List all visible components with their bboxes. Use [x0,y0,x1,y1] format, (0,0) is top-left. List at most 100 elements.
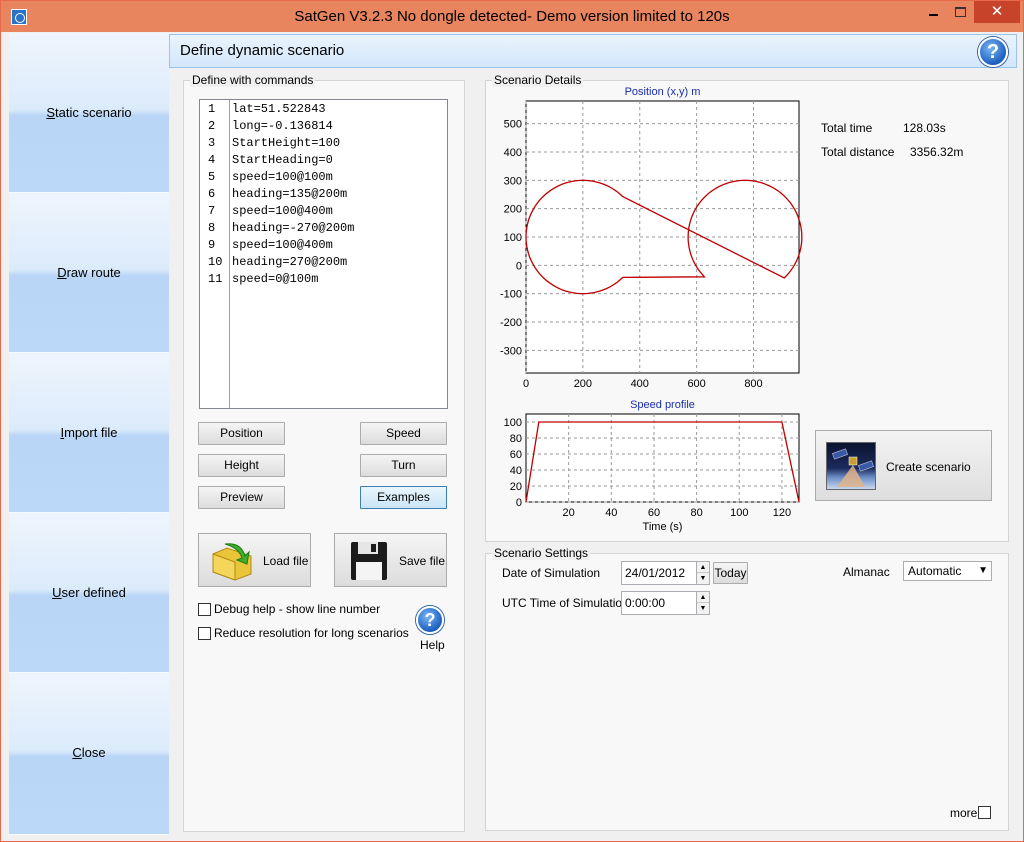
line-number: 9 [208,238,216,252]
today-button[interactable]: Today [713,562,748,584]
scenario-settings-label: Scenario Settings [492,546,591,560]
speed-chart: 20 40 60 80 100 120 0 20 40 60 80 100 Time (s) [504,413,800,533]
page-title: Define dynamic scenario [180,42,345,59]
x-tick-label: 80 [691,507,703,519]
utc-time-input[interactable]: 0:00:00 [621,591,697,615]
code-line[interactable]: 3 StartHeight=100 [200,136,447,153]
scenario-settings-group: Scenario Settings [485,546,1009,831]
line-number: 1 [208,102,216,116]
height-button[interactable]: Height [198,454,285,477]
more-label: more [950,806,978,820]
preview-button[interactable]: Preview [198,486,285,509]
y-tick-label: 100 [504,232,522,244]
line-text: speed=100@100m [232,170,333,184]
floppy-disk-icon [351,542,387,580]
minimize-button[interactable] [920,1,946,23]
line-text: heading=-270@200m [232,221,355,235]
examples-button[interactable]: Examples [360,486,447,509]
chevron-down-icon: ▼ [978,565,988,576]
turn-button[interactable]: Turn [360,454,447,477]
sidebar-item-draw-route[interactable]: Draw route [9,193,169,353]
position-chart: 0 200 400 600 800 -300 -200 -100 0 100 200 300 400 50… [500,100,803,390]
help-icon[interactable]: ? [978,37,1008,67]
sidebar-item-static-scenario[interactable]: Static scenario [9,33,169,193]
app-window: SatGen V3.2.3 No dongle detected- Demo v… [0,0,1024,842]
page-header: Define dynamic scenario ? [169,34,1017,68]
x-tick-label: 100 [730,507,748,519]
sidebar-item-import-file[interactable]: Import file [9,353,169,513]
sidebar-item-label: Close [9,745,169,760]
create-scenario-button[interactable]: Create scenario [815,430,992,501]
command-editor[interactable]: 1 lat=51.522843 2 long=-0.136814 3 StartHeigh… [199,99,448,409]
spin-up-icon[interactable]: ▲ [697,592,709,603]
debug-help-checkbox[interactable] [198,603,211,616]
sidebar: Static scenario Draw route Import file U… [9,33,169,835]
more-checkbox[interactable] [978,806,991,819]
load-file-button[interactable]: Load file [198,533,311,587]
sidebar-item-label: Static scenario [9,105,169,120]
almanac-label: Almanac [843,565,890,579]
line-text: speed=0@100m [232,272,319,286]
line-number: 8 [208,221,216,235]
date-spinner[interactable]: ▲ ▼ [696,561,710,585]
plot-area [525,100,800,374]
open-folder-icon [212,543,252,581]
code-line[interactable]: 7 speed=100@400m [200,204,447,221]
spin-down-icon[interactable]: ▼ [697,603,709,614]
reduce-resolution-checkbox[interactable] [198,627,211,640]
date-of-simulation-input[interactable]: 24/01/2012 [621,561,697,585]
x-tick-label: 40 [605,507,617,519]
line-text: StartHeight=100 [232,136,341,150]
sidebar-item-label: Draw route [9,265,169,280]
line-text: heading=270@200m [232,255,348,269]
window-title: SatGen V3.2.3 No dongle detected- Demo v… [294,8,730,25]
x-tick-label: 60 [648,507,660,519]
commands-group-label: Define with commands [190,73,316,87]
line-number: 6 [208,187,216,201]
sidebar-label-rest: tatic scenario [55,105,132,120]
total-distance-label: Total distance [821,145,895,159]
reduce-resolution-label: Reduce resolution for long scenarios [214,626,409,640]
almanac-select[interactable]: Automatic ▼ [903,561,992,581]
code-line[interactable]: 11 speed=0@100m [200,272,447,289]
sidebar-label-rest: ser defined [61,585,126,600]
title-bar[interactable]: SatGen V3.2.3 No dongle detected- Demo v… [1,1,1023,32]
sidebar-label-rest: lose [81,745,106,760]
code-line[interactable]: 1 lat=51.522843 [200,102,447,119]
save-file-button[interactable]: Save file [334,533,447,587]
code-line[interactable]: 9 speed=100@400m [200,238,447,255]
x-tick-label: 20 [563,507,575,519]
load-file-label: Load file [263,554,309,568]
sidebar-item-user-defined[interactable]: User defined [9,513,169,673]
spin-down-icon[interactable]: ▼ [697,573,709,584]
y-tick-label: -300 [500,345,522,357]
y-tick-label: 300 [504,175,522,187]
maximize-button[interactable] [947,1,973,23]
sidebar-item-label: User defined [9,585,169,600]
code-line[interactable]: 10 heading=270@200m [200,255,447,272]
x-tick-label: 600 [687,378,705,390]
utc-time-spinner[interactable]: ▲ ▼ [696,591,710,615]
y-tick-label: 100 [504,417,522,429]
code-line[interactable]: 5 speed=100@100m [200,170,447,187]
sidebar-label-rest: mport file [64,425,118,440]
code-line[interactable]: 2 long=-0.136814 [200,119,447,136]
line-text: StartHeading=0 [232,153,333,167]
position-button[interactable]: Position [198,422,285,445]
speed-button[interactable]: Speed [360,422,447,445]
help-label: Help [420,638,445,652]
y-tick-label: 500 [504,119,522,131]
y-tick-label: -200 [500,317,522,329]
debug-help-label: Debug help - show line number [214,602,381,616]
sidebar-item-close[interactable]: Close [9,673,169,835]
help-icon[interactable]: ? [416,606,444,634]
x-tick-label: 200 [574,378,592,390]
spin-up-icon[interactable]: ▲ [697,562,709,573]
create-scenario-label: Create scenario [886,460,971,474]
code-line[interactable]: 6 heading=135@200m [200,187,447,204]
close-window-button[interactable]: ✕ [974,1,1020,23]
line-text: speed=100@400m [232,238,333,252]
code-line[interactable]: 4 StartHeading=0 [200,153,447,170]
code-line[interactable]: 8 heading=-270@200m [200,221,447,238]
almanac-value: Automatic [908,564,962,578]
